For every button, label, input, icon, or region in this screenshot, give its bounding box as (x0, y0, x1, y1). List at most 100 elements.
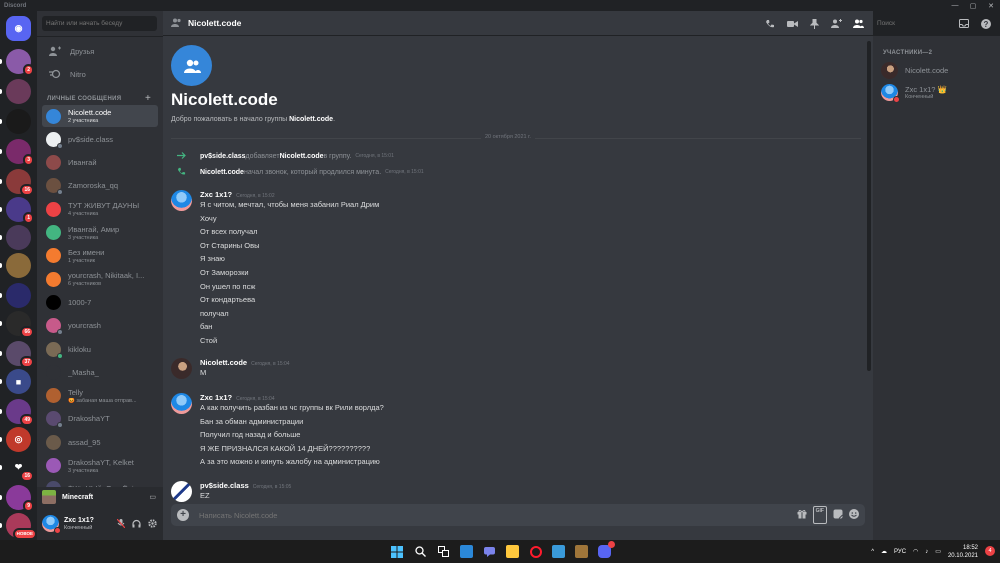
dm-item[interactable]: kikloku (42, 338, 158, 360)
server-icon[interactable] (0, 225, 31, 250)
dm-item[interactable]: yourcrash (42, 315, 158, 337)
member-list-icon[interactable] (847, 19, 869, 28)
member-item[interactable]: Nicolett.code (881, 60, 994, 80)
close-icon[interactable]: ✕ (982, 0, 1000, 11)
server-icon[interactable] (0, 253, 31, 278)
nav-nitro[interactable]: Nitro (42, 64, 158, 84)
dm-item[interactable]: Telly 😡 забаная маша отправ... (42, 385, 158, 407)
widgets-icon[interactable] (460, 545, 473, 558)
minimize-icon[interactable]: — (946, 0, 964, 11)
author-name[interactable]: Zxc 1x1? (200, 393, 232, 402)
mention-badge: 1 (23, 212, 34, 224)
server-icon[interactable]: 66 (0, 311, 34, 338)
server-icon[interactable]: 3 (0, 139, 34, 166)
tray-chevron-icon[interactable]: ^ (871, 549, 874, 555)
server-icon[interactable] (0, 109, 31, 134)
server-icon[interactable]: НОВОЕ (0, 513, 37, 540)
file-explorer-icon[interactable] (506, 545, 519, 558)
task-view-icon[interactable] (437, 545, 450, 558)
server-icon[interactable]: 16 (0, 169, 34, 196)
dm-item[interactable]: Zamoroska_qq (42, 175, 158, 197)
headphones-icon[interactable] (132, 515, 141, 533)
chat-search-input[interactable] (873, 17, 949, 30)
dm-item[interactable]: DrakoshaYT, Kelket 3 участника (42, 455, 158, 477)
opera-icon[interactable] (529, 545, 542, 558)
add-attachment-icon[interactable]: + (177, 509, 189, 521)
volume-icon[interactable]: ♪ (925, 549, 928, 555)
server-icon[interactable] (0, 283, 31, 308)
mute-mic-icon[interactable] (116, 515, 126, 533)
home-button[interactable]: ◉ (6, 16, 31, 41)
sticker-icon[interactable] (833, 506, 843, 524)
video-call-icon[interactable] (781, 20, 803, 28)
server-icon[interactable]: ❤ 16 (0, 455, 34, 482)
gif-button[interactable]: GIF (812, 506, 827, 524)
message-author[interactable]: Nicolett.code Сегодня, в 15:04 (200, 358, 290, 367)
server-icon[interactable]: 49 (0, 399, 34, 426)
help-icon[interactable]: ? (975, 18, 997, 29)
sys-actor[interactable]: pv$side.class (200, 153, 246, 160)
dm-item[interactable]: Без имени 1 участник (42, 245, 158, 267)
server-icon[interactable]: ■ (0, 369, 31, 394)
search-icon[interactable] (414, 545, 427, 558)
inbox-icon[interactable] (953, 19, 975, 28)
chat-app-icon[interactable] (483, 545, 496, 558)
timestamp: Сегодня, в 15:05 (252, 484, 292, 490)
dm-item[interactable]: _Masha_ (42, 361, 158, 383)
member-item[interactable]: Zxc 1x1? 👑 Конченный (881, 82, 994, 103)
author-name[interactable]: Nicolett.code (200, 358, 247, 367)
server-icon[interactable]: ◎ (0, 427, 31, 452)
server-icon[interactable]: 37 (0, 341, 34, 368)
sys-target[interactable]: Nicolett.code (280, 153, 324, 160)
gift-icon[interactable] (797, 506, 807, 524)
settings-icon[interactable] (148, 515, 157, 533)
message-author[interactable]: Zxc 1x1? Сегодня, в 15:02 (200, 190, 275, 199)
clock[interactable]: 18:52 20.10.2021 (948, 544, 978, 560)
author-name[interactable]: pv$side.class (200, 481, 249, 490)
server-icon[interactable]: 9 (0, 485, 34, 512)
dm-search-input[interactable] (42, 16, 157, 31)
message-avatar[interactable] (171, 481, 192, 502)
message-input[interactable] (199, 510, 797, 520)
dm-item[interactable]: pv$side.class (42, 128, 158, 150)
add-dm-icon[interactable]: + (145, 93, 151, 104)
battery-icon[interactable]: ▭ (935, 548, 941, 555)
dm-item[interactable]: Nicolett.code 2 участника (42, 105, 158, 127)
chat-scrollbar[interactable] (867, 41, 871, 371)
dm-item[interactable]: yourcrash, Nikitaak, I... 6 участников (42, 268, 158, 290)
emoji-icon[interactable] (849, 506, 859, 524)
server-icon[interactable]: 2 (0, 49, 34, 76)
dm-item[interactable]: Ивангай (42, 152, 158, 174)
add-member-icon[interactable] (825, 19, 847, 28)
voice-call-icon[interactable] (759, 19, 781, 29)
windows-start-icon[interactable] (390, 545, 403, 558)
language-indicator[interactable]: РУС (894, 549, 906, 555)
sys-actor[interactable]: Nicolett.code (200, 169, 244, 176)
maximize-icon[interactable]: ▢ (964, 0, 982, 11)
server-icon[interactable] (0, 79, 31, 104)
wifi-icon[interactable]: ◠ (913, 548, 918, 555)
discord-taskbar-icon[interactable] (598, 541, 615, 558)
message-avatar[interactable] (171, 190, 192, 211)
pin-icon[interactable] (803, 18, 825, 29)
dm-item[interactable]: 1000-7 (42, 291, 158, 313)
message-author[interactable]: Zxc 1x1? Сегодня, в 15:04 (200, 393, 275, 402)
cloud-icon[interactable]: ☁ (881, 548, 887, 555)
nav-friends[interactable]: Друзья (42, 41, 158, 61)
message-avatar[interactable] (171, 393, 192, 414)
dm-item[interactable]: DrakoshaYT (42, 408, 158, 430)
user-avatar[interactable] (42, 515, 61, 534)
server-icon[interactable]: 1 (0, 197, 34, 224)
dm-item[interactable]: assad_95 (42, 431, 158, 453)
dm-name: Ивангай (68, 158, 97, 168)
notepad-icon[interactable] (552, 545, 565, 558)
dm-item[interactable]: ТУТ ЖИВУТ ДАУНЫ 4 участника (42, 198, 158, 220)
screen-share-icon[interactable]: ▭ (149, 493, 156, 501)
dm-subtitle: 3 участника (68, 234, 99, 241)
author-name[interactable]: Zxc 1x1? (200, 190, 232, 199)
minecraft-taskbar-icon[interactable] (575, 545, 588, 558)
dm-item[interactable]: Ивангай, Амир 3 участника (42, 222, 158, 244)
notification-badge[interactable]: 4 (985, 546, 995, 556)
message-avatar[interactable] (171, 358, 192, 379)
message-author[interactable]: pv$side.class Сегодня, в 15:05 (200, 481, 291, 490)
